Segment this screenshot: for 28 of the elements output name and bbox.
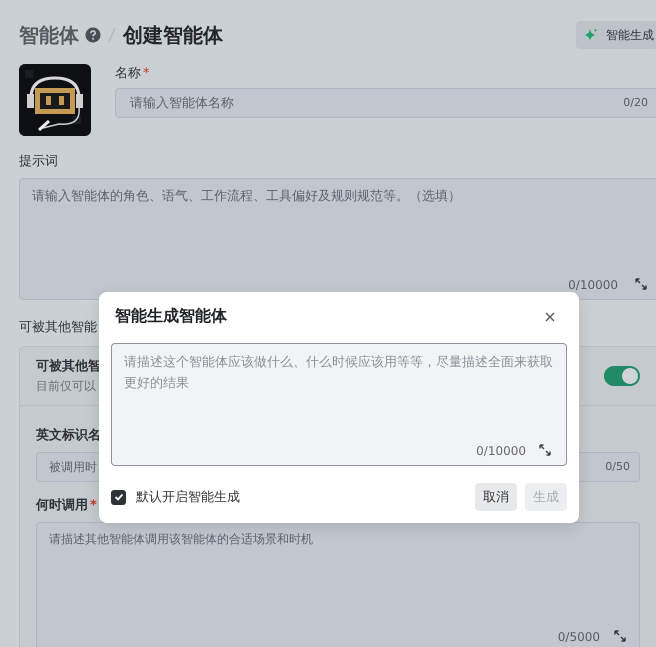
- checkbox-label[interactable]: 默认开启智能生成: [136, 488, 240, 506]
- dialog-button[interactable]: 取消: [475, 483, 517, 511]
- setting-description: 目前仅可以: [36, 378, 96, 395]
- field-label: 提示词: [19, 153, 59, 170]
- section-label: 可被其他智能: [19, 319, 98, 336]
- smart-generate-button[interactable]: 智能生成: [576, 21, 656, 49]
- expand-icon[interactable]: [635, 278, 647, 290]
- help-icon[interactable]: [85, 27, 101, 43]
- expand-icon[interactable]: [614, 630, 626, 642]
- field-label: 英文标识名: [36, 426, 102, 444]
- breadcrumb-item: 创建智能体: [123, 22, 223, 48]
- required-mark: *: [143, 66, 150, 81]
- toggle-switch[interactable]: [604, 366, 640, 386]
- expand-icon[interactable]: [539, 444, 551, 456]
- close-icon[interactable]: [545, 312, 555, 322]
- dialog-title: 智能生成智能体: [115, 306, 227, 327]
- field-label: 名称*: [115, 65, 150, 82]
- char-counter: 0/10000: [568, 278, 618, 292]
- checkbox[interactable]: [111, 490, 126, 504]
- required-mark: *: [90, 498, 97, 513]
- char-counter: 0/20: [623, 96, 648, 109]
- char-counter: 0/5000: [558, 630, 600, 644]
- sparkle-icon: [584, 28, 598, 42]
- char-counter: 0/10000: [476, 444, 526, 458]
- checkmark-icon: [112, 491, 124, 503]
- robot-avatar[interactable]: [19, 64, 91, 136]
- breadcrumb-item[interactable]: 智能体: [19, 22, 79, 48]
- char-counter: 0/50: [605, 460, 630, 473]
